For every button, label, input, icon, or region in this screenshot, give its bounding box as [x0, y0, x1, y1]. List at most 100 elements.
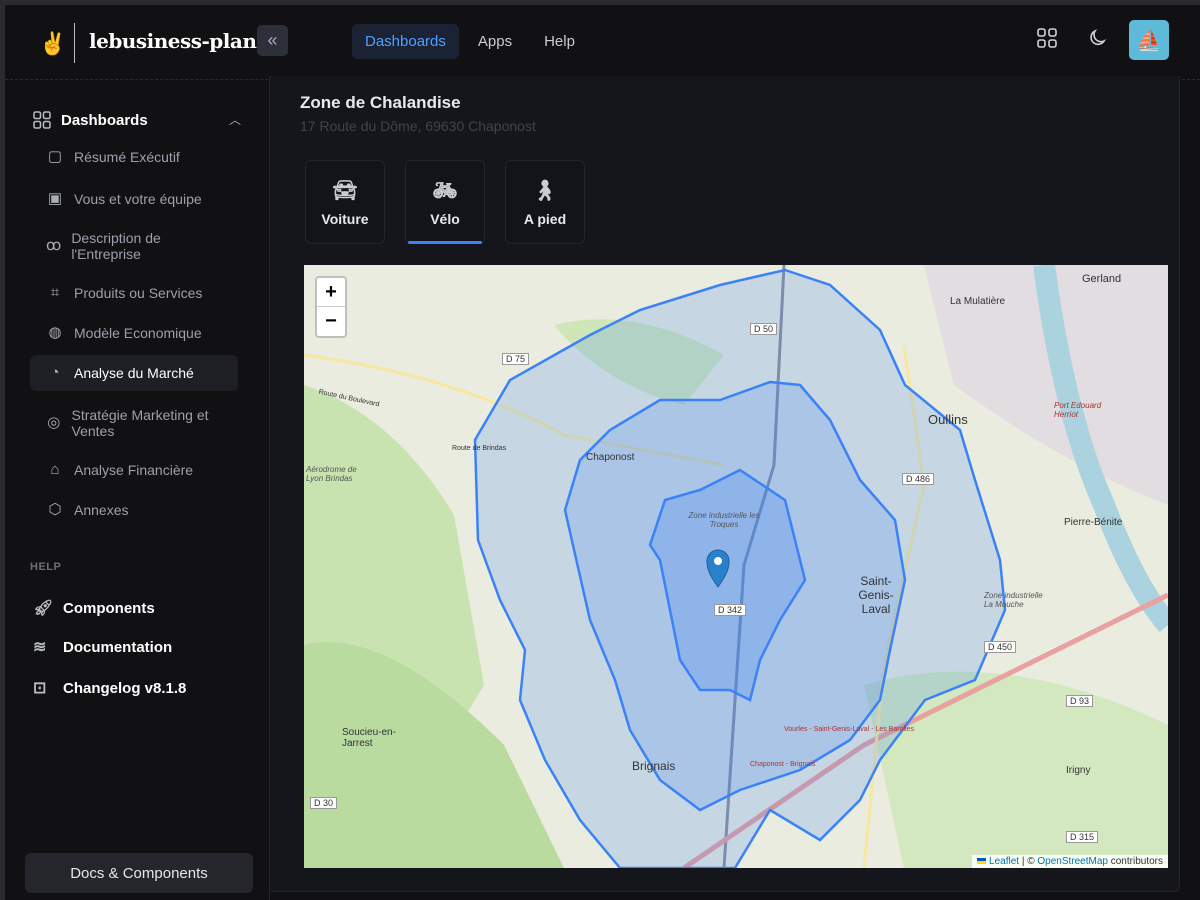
bike-icon: 🚲︎	[432, 179, 458, 202]
road-shield: D 315	[1066, 831, 1099, 843]
sidebar: Dashboards ︿ ▢ Résumé Exécutif ▣ Vous et v…	[5, 81, 270, 900]
mode-label: Vélo	[430, 210, 460, 227]
chart-pie-icon: ◔	[50, 364, 60, 381]
leaflet-link[interactable]: Leaflet	[989, 856, 1019, 867]
map[interactable]: Gerland La Mulatière Oullins Chaponost P…	[304, 265, 1168, 868]
grid-icon	[33, 111, 51, 129]
help-changelog[interactable]: ⊡ Changelog v8.1.8	[33, 678, 186, 698]
ukraine-flag-icon	[977, 858, 987, 864]
sidebar-item-strategie[interactable]: ◎ Stratégie Marketing et Ventes	[30, 407, 230, 439]
moon-icon[interactable]	[1087, 27, 1109, 55]
avatar[interactable]: ⛵	[1129, 20, 1169, 60]
map-rail-label: Chaponost - Brignais	[750, 761, 816, 768]
zoom-out-button[interactable]: −	[317, 307, 345, 336]
map-place-label: Chaponost	[586, 452, 635, 463]
zoom-in-button[interactable]: +	[317, 278, 345, 307]
help-documentation[interactable]: ≋ Documentation	[33, 637, 172, 657]
help-item-label: Components	[63, 599, 155, 617]
sidebar-item-equipe[interactable]: ▣ Vous et votre équipe	[30, 190, 238, 208]
top-nav: Dashboards Apps Help	[352, 24, 588, 59]
map-place-label: Irigny	[1066, 765, 1091, 776]
sidebar-item-resume[interactable]: ▢ Résumé Exécutif	[30, 148, 238, 166]
map-place-label: Gerland	[1082, 273, 1122, 285]
page-address: 17 Route du Dôme, 69630 Chaponost	[300, 118, 536, 134]
road-shield: D 30	[310, 797, 338, 809]
active-tab-indicator	[408, 241, 482, 244]
map-place-label: Oullins	[928, 412, 968, 427]
map-place-label: Zone industrielle les Troques	[688, 511, 760, 529]
mode-label: A pied	[523, 210, 567, 227]
map-zoom-control: + −	[315, 276, 347, 338]
circles-icon: ꝏ	[46, 237, 62, 254]
map-place-label: Port Edouard Herriot	[1054, 401, 1102, 419]
osm-link[interactable]: OpenStreetMap	[1037, 856, 1108, 867]
rocket-icon: 🚀︎	[33, 600, 54, 617]
map-place-label: Zone industrielle La Mouche	[984, 591, 1043, 609]
chevron-up-icon[interactable]: ︿	[229, 111, 241, 128]
map-place-label: Brignais	[632, 759, 676, 773]
help-item-label: Documentation	[63, 638, 173, 656]
nav-help[interactable]: Help	[531, 24, 588, 59]
road-shield: D 93	[1066, 695, 1094, 707]
map-place-label: La Mulatière	[950, 296, 1006, 307]
mode-label: Voiture	[321, 210, 369, 227]
road-shield: D 342	[714, 604, 747, 616]
logo-divider	[74, 23, 75, 63]
logo-hand-icon: ✌	[39, 31, 67, 56]
page-title: Zone de Chalandise	[300, 93, 461, 112]
bank-icon: ⌂	[50, 461, 60, 478]
sidebar-item-annexes[interactable]: ⬡ Annexes	[30, 501, 238, 519]
contact-icon: ▣	[47, 190, 63, 207]
target-icon: ◎	[47, 414, 61, 431]
box-icon: ⌗	[50, 284, 60, 301]
help-item-label: Changelog v8.1.8	[63, 679, 187, 697]
car-icon: 🚘︎	[332, 179, 358, 202]
map-place-label: Saint-Genis-Laval	[858, 574, 894, 616]
help-components[interactable]: 🚀︎ Components	[33, 598, 155, 618]
map-road-name: Route de Brindas	[452, 445, 507, 452]
sidebar-item-label: Modèle Economique	[74, 325, 202, 341]
hexagon-icon: ⬡	[48, 501, 62, 518]
sidebar-section-dashboards[interactable]: Dashboards	[33, 111, 148, 129]
mode-velo-button[interactable]: 🚲︎ Vélo	[405, 160, 485, 244]
layers-icon: ≋	[33, 639, 47, 656]
attribution-separator: | ©	[1019, 856, 1038, 867]
road-shield: D 486	[902, 473, 935, 485]
sidebar-item-label: Analyse Financière	[74, 462, 194, 478]
chevrons-left-icon: «	[267, 30, 278, 50]
map-place-label: Aérodrome de Lyon Brindas	[306, 465, 357, 483]
sidebar-section-label: Dashboards	[61, 111, 148, 129]
sidebar-item-label: Annexes	[74, 502, 129, 518]
attribution-suffix: contributors	[1107, 856, 1163, 867]
map-tiles	[304, 265, 1168, 868]
mode-pied-button[interactable]: 🚶︎ A pied	[505, 160, 585, 244]
sidebar-item-analyse-marche[interactable]: ◔ Analyse du Marché	[30, 355, 238, 391]
sidebar-item-label: Produits ou Services	[74, 285, 203, 301]
mode-voiture-button[interactable]: 🚘︎ Voiture	[305, 160, 385, 244]
file-icon: ▢	[47, 148, 63, 165]
map-place-label: Soucieu-en-Jarrest	[342, 727, 396, 749]
fingerprint-icon: ◍	[48, 324, 62, 341]
nav-apps[interactable]: Apps	[465, 24, 525, 59]
sidebar-item-description[interactable]: ꝏ Description de l'Entreprise	[30, 230, 210, 262]
app-logo[interactable]: lebusiness-plan	[89, 29, 257, 53]
nav-dashboards[interactable]: Dashboards	[352, 24, 459, 59]
apps-grid-icon[interactable]	[1036, 27, 1058, 55]
collapse-sidebar-button[interactable]: «	[257, 25, 288, 56]
docs-components-button[interactable]: Docs & Components	[25, 853, 253, 893]
sidebar-item-label: Vous et votre équipe	[74, 191, 202, 207]
sidebar-item-label: Résumé Exécutif	[74, 149, 180, 165]
sidebar-item-modele[interactable]: ◍ Modèle Economique	[30, 324, 238, 342]
sidebar-item-label: Stratégie Marketing et Ventes	[71, 407, 209, 439]
road-shield: D 50	[750, 323, 778, 335]
sidebar-item-financiere[interactable]: ⌂ Analyse Financière	[30, 461, 238, 479]
help-section-label: HELP	[30, 561, 62, 573]
code-icon: ⊡	[33, 680, 47, 697]
road-shield: D 75	[502, 353, 530, 365]
map-place-label: Pierre-Bénite	[1064, 517, 1123, 528]
sidebar-item-label: Analyse du Marché	[74, 365, 194, 381]
top-bar: ✌ lebusiness-plan « Dashboards Apps Help…	[5, 5, 1200, 80]
walk-icon: 🚶︎	[532, 179, 558, 202]
sidebar-item-produits[interactable]: ⌗ Produits ou Services	[30, 284, 238, 302]
map-rail-label: Vourles - Saint-Genis-Laval - Les Baroll…	[784, 726, 914, 733]
